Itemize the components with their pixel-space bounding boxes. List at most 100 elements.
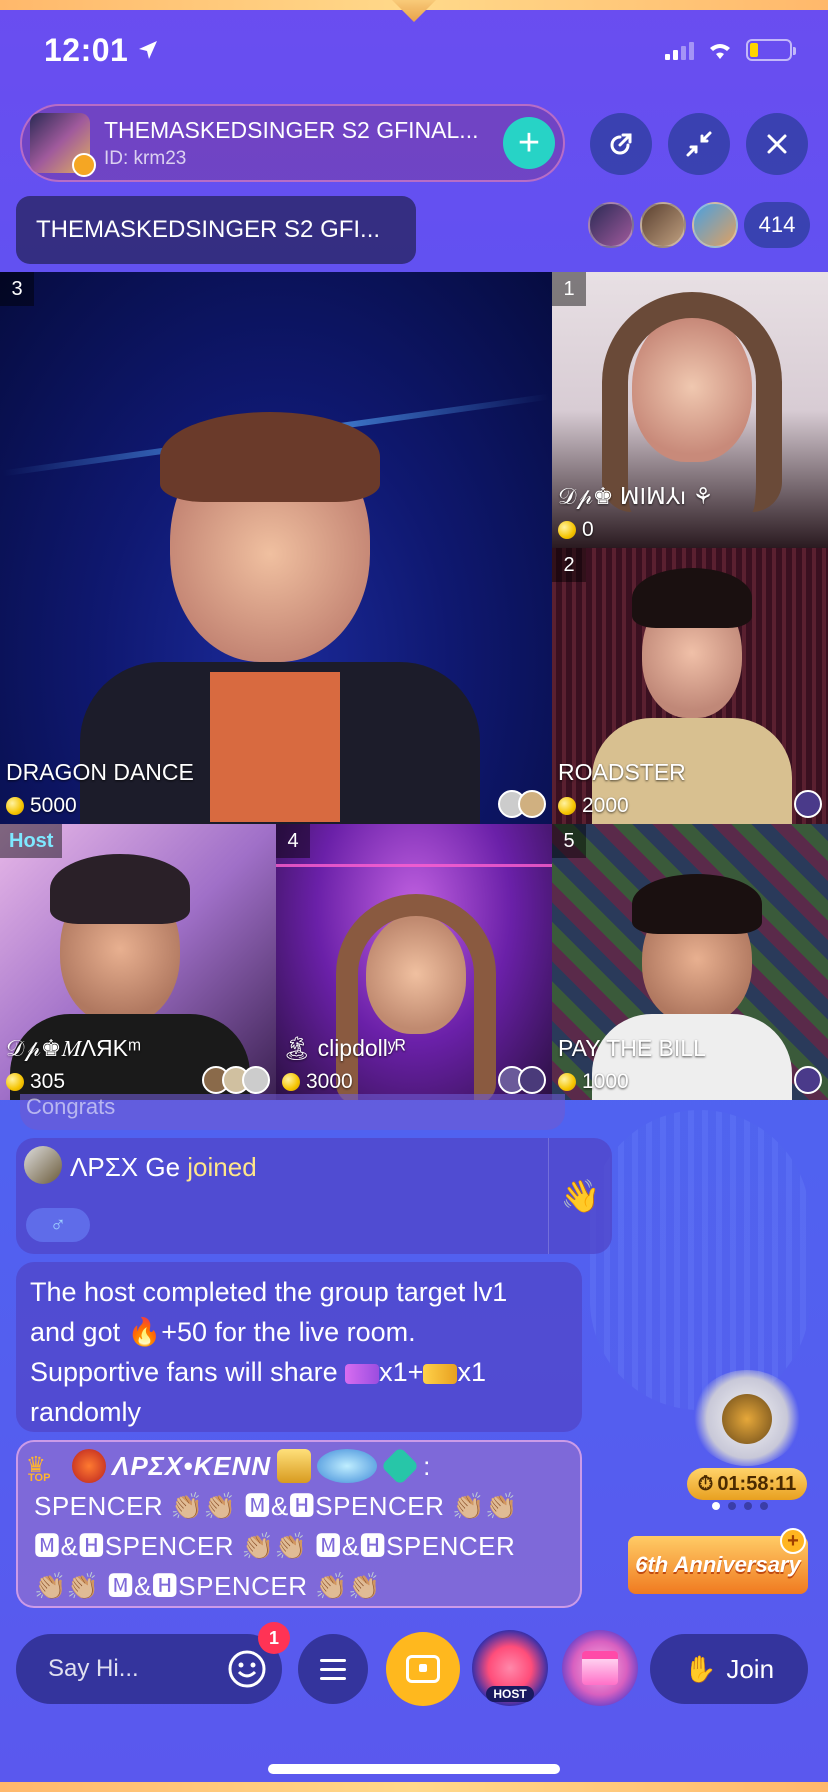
room-header[interactable]: THEMASKEDSINGER S2 GFINAL... ID: krm23 + <box>20 104 565 182</box>
tile-supporters[interactable] <box>498 790 546 818</box>
message-body: SPENCER 👏🏼👏🏼 🅼&🅷SPENCER 👏🏼👏🏼 🅼&🅷SPENCER … <box>34 1491 518 1601</box>
tile-slot-number: 4 <box>276 824 310 858</box>
chat-message-peek: Congrats <box>20 1094 565 1130</box>
wing-badge-icon <box>317 1449 378 1483</box>
tile-name: 𝒟𝓅♚𝑀ΛЯKᵐ <box>6 1035 142 1061</box>
clock-icon: ⏱ <box>697 1472 714 1495</box>
top-frame-decoration <box>0 0 828 22</box>
tile-name: 🏝 clipdollʸᴿ <box>282 1035 406 1061</box>
treasure-box-button[interactable] <box>386 1632 460 1706</box>
notification-badge: 1 <box>258 1622 290 1654</box>
male-icon: ♂ <box>26 1208 90 1242</box>
tile-supporters[interactable] <box>794 790 822 818</box>
level-badge-icon <box>72 1449 106 1483</box>
close-icon <box>767 134 787 154</box>
video-tile-5[interactable]: 5 PAY THE BILL 1000 <box>552 824 828 1100</box>
ticket-icon <box>345 1364 380 1384</box>
video-tile-2[interactable]: 2 ROADSTER 2000 <box>552 548 828 824</box>
message-header: ♛ TOP ΛΡΣΧ•KENN : <box>26 1446 572 1486</box>
top-rank-badge: ♛ TOP <box>26 1452 51 1485</box>
system-line: and got 🔥+50 for the live room. <box>30 1317 416 1347</box>
event-badge[interactable] <box>692 1370 802 1466</box>
treasure-icon <box>406 1655 440 1683</box>
follow-button[interactable]: + <box>503 117 555 169</box>
tile-slot-number: 5 <box>552 824 586 858</box>
wifi-icon <box>710 44 730 59</box>
system-line: The host completed the group target lv1 <box>30 1277 508 1307</box>
tile-slot-number: 3 <box>0 272 34 306</box>
coin-icon <box>282 1073 300 1091</box>
join-button[interactable]: ✋ Join <box>650 1634 808 1704</box>
share-button[interactable] <box>590 113 652 175</box>
colon: : <box>423 1450 431 1481</box>
tile-slot-number: Host <box>0 824 63 858</box>
join-text: ΛΡΣΧ Ge joined <box>70 1152 257 1183</box>
status-time: 12:01 <box>44 31 129 68</box>
join-word: joined <box>187 1152 257 1182</box>
plus-icon: + <box>780 1528 806 1554</box>
system-line: randomly <box>30 1397 142 1427</box>
room-id: ID: krm23 <box>104 147 187 169</box>
carousel-dots <box>712 1502 768 1510</box>
anniversary-banner[interactable]: 6th Anniversary + <box>628 1528 808 1594</box>
coin-icon <box>6 1073 24 1091</box>
room-title: THEMASKEDSINGER S2 GFINAL... <box>104 116 479 143</box>
tile-supporters[interactable] <box>794 1066 822 1094</box>
menu-button[interactable] <box>298 1634 368 1704</box>
video-tile-4[interactable]: 4 🏝 clipdollʸᴿ 3000 <box>276 824 552 1100</box>
video-tile-1[interactable]: 1 𝒟𝓅♚ ꟽIꟽ⅄ı ⚘ 0 <box>552 272 828 548</box>
close-button[interactable] <box>746 113 808 175</box>
gift-icon <box>582 1651 618 1685</box>
host-heart-button[interactable]: HOST <box>472 1630 548 1706</box>
tile-score: 0 <box>558 518 594 542</box>
tile-supporters[interactable] <box>202 1066 270 1094</box>
tile-score: 5000 <box>6 794 77 818</box>
microphone-background-image <box>590 1110 810 1410</box>
chat-join-message[interactable]: ΛΡΣΧ Ge joined ♂ 👋 <box>16 1138 612 1254</box>
wave-button[interactable]: 👋 <box>548 1138 612 1254</box>
wave-hand-icon: 👋 <box>560 1178 601 1214</box>
viewer-count[interactable]: 414 <box>744 202 810 248</box>
viewer-avatar[interactable] <box>640 202 686 248</box>
signal-icon <box>665 40 694 60</box>
tile-score: 2000 <box>558 794 629 818</box>
gift-button[interactable] <box>562 1630 638 1706</box>
raise-hand-icon: ✋ <box>683 1653 717 1684</box>
viewer-avatar[interactable] <box>588 202 634 248</box>
video-grid: 3 DRAGON DANCE 5000 1 𝒟𝓅♚ ꟽIꟽ⅄ı ⚘ 0 2 RO… <box>0 272 828 1100</box>
user-avatar[interactable] <box>24 1146 62 1184</box>
location-arrow-icon <box>139 41 158 59</box>
join-username[interactable]: ΛΡΣΧ Ge <box>70 1152 180 1182</box>
video-tile-3[interactable]: 3 DRAGON DANCE 5000 <box>0 272 552 824</box>
tile-supporters[interactable] <box>498 1066 546 1094</box>
coin-icon <box>6 797 24 815</box>
trophy-icon <box>277 1449 312 1483</box>
home-indicator[interactable] <box>268 1764 560 1774</box>
tile-name: 𝒟𝓅♚ ꟽIꟽ⅄ı ⚘ <box>558 483 714 509</box>
tile-score: 1000 <box>558 1070 629 1094</box>
gold-ticket-icon <box>423 1364 458 1384</box>
viewer-avatar[interactable] <box>692 202 738 248</box>
message-username[interactable]: ΛΡΣΧ•KENN <box>112 1451 271 1482</box>
tile-name: DRAGON DANCE <box>6 759 194 785</box>
bottom-frame-decoration <box>0 1782 828 1792</box>
coin-icon <box>558 1073 576 1091</box>
room-subtitle: THEMASKEDSINGER S2 GFI... <box>16 196 416 264</box>
emoji-icon[interactable] <box>224 1646 270 1692</box>
room-avatar <box>30 113 96 177</box>
viewer-list[interactable]: 414 <box>588 202 810 248</box>
minimize-button[interactable] <box>668 113 730 175</box>
chat-user-message[interactable]: ♛ TOP ΛΡΣΧ•KENN : SPENCER 👏🏼👏🏼 🅼&🅷SPENCE… <box>16 1440 582 1608</box>
tile-score: 305 <box>6 1070 65 1094</box>
status-bar: 12:01 <box>44 30 796 70</box>
tile-slot-number: 2 <box>552 548 586 582</box>
video-tile-host[interactable]: Host 𝒟𝓅♚𝑀ΛЯKᵐ 305 <box>0 824 276 1100</box>
tile-name: ROADSTER <box>558 759 686 785</box>
coin-icon <box>558 797 576 815</box>
minimize-icon <box>686 131 712 157</box>
host-label: HOST <box>486 1686 534 1702</box>
battery-icon <box>746 39 796 61</box>
fire-icon: 🔥 <box>127 1317 162 1347</box>
coin-icon <box>558 521 576 539</box>
system-line: Supportive fans will share x1+ x1 <box>30 1357 486 1387</box>
